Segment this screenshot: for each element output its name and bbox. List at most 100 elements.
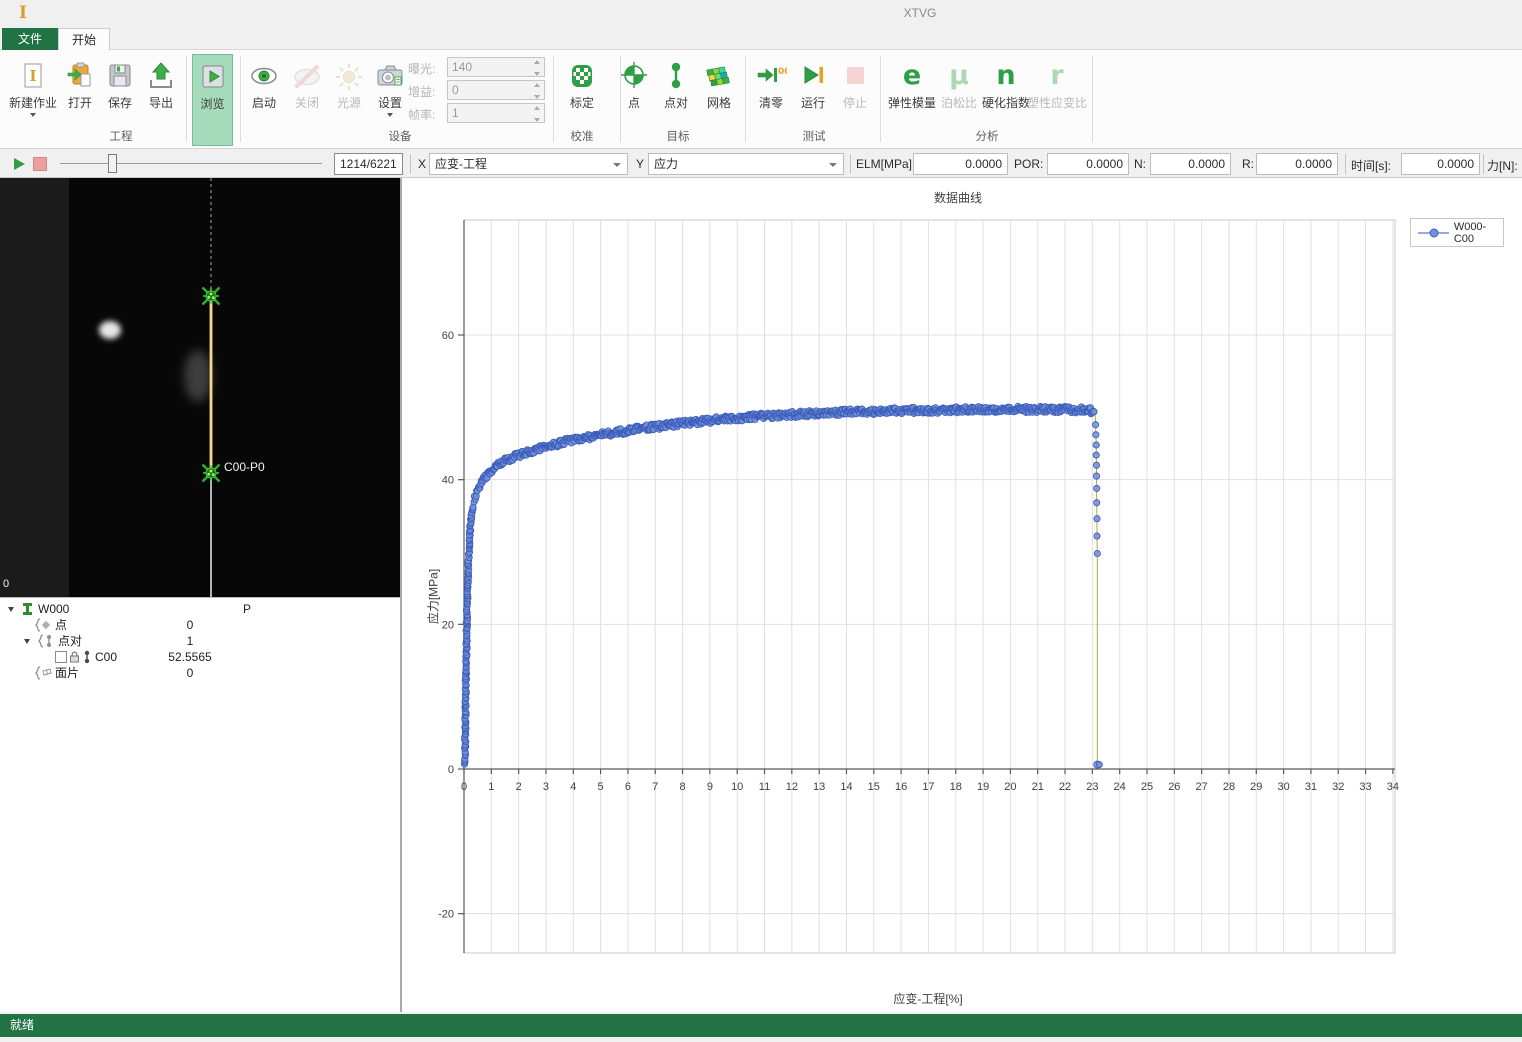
svg-text:6: 6	[625, 781, 631, 793]
svg-text:4: 4	[570, 781, 576, 793]
title-bar: I XTVG	[0, 0, 1522, 26]
play-icon[interactable]	[14, 158, 25, 170]
tree-row-facets[interactable]: 面片 0	[0, 665, 400, 681]
tab-home[interactable]: 开始	[58, 28, 110, 50]
frame-slider-thumb[interactable]	[108, 154, 117, 173]
svg-text:24: 24	[1114, 781, 1126, 793]
elm-input[interactable]: 0.0000	[913, 153, 1008, 175]
camera-overlay	[0, 178, 400, 597]
fps-input[interactable]: 1	[447, 103, 545, 123]
calibrate-checker-icon	[566, 59, 598, 93]
chart-legend: W000-C00	[1410, 218, 1504, 247]
ribbon-separator	[186, 56, 187, 142]
expander-icon[interactable]	[24, 639, 30, 644]
tree-row-c00[interactable]: C00 52.5565	[0, 649, 400, 665]
mesh-grid-icon	[703, 59, 735, 93]
x-axis-title: 应变-工程[%]	[848, 990, 1008, 1007]
por-label: POR:	[1014, 157, 1043, 171]
measurement-tree: W000 P 点 0 点对 1 C00 52.5565	[0, 597, 400, 1012]
zero-icon: 00	[755, 59, 787, 93]
group-label-device: 设备	[389, 128, 412, 144]
app-icon: I	[14, 3, 32, 23]
mesh-button[interactable]: 网格	[699, 54, 739, 146]
ribbon-separator	[240, 56, 241, 142]
ribbon-separator	[1092, 56, 1093, 142]
gain-input[interactable]: 0	[447, 80, 545, 100]
stop-square-icon	[839, 59, 871, 93]
svg-text:0: 0	[448, 764, 454, 776]
time-input[interactable]: 0.0000	[1401, 153, 1480, 175]
fps-spinner[interactable]	[532, 106, 542, 122]
elm-label: ELM[MPa]:	[856, 157, 915, 171]
svg-text:28: 28	[1223, 781, 1235, 793]
start-button[interactable]: 启动	[245, 54, 283, 146]
tab-file[interactable]: 文件	[2, 28, 58, 50]
camera-view[interactable]: C00-P0 C00-P1 0	[0, 178, 400, 597]
chevron-down-icon	[613, 163, 621, 167]
ribbon-separator	[745, 56, 746, 142]
browse-button[interactable]: 浏览	[192, 54, 233, 146]
elastic-modulus-button[interactable]: e 弹性模量	[886, 54, 938, 146]
svg-text:8: 8	[679, 781, 685, 793]
exposure-input[interactable]: 140	[447, 57, 545, 77]
plot-area	[464, 220, 1395, 953]
marker-c00-p0[interactable]	[203, 288, 220, 305]
plastic-strain-ratio-button: r 塑性应变比	[1026, 54, 1088, 146]
separator	[1483, 154, 1484, 174]
light-sun-icon	[333, 59, 365, 93]
export-button[interactable]: 导出	[142, 54, 180, 146]
svg-text:13: 13	[813, 781, 825, 793]
svg-text:11: 11	[759, 781, 770, 793]
gain-spinner[interactable]	[532, 83, 542, 99]
svg-text:19: 19	[977, 781, 989, 793]
status-text: 就绪	[10, 1018, 34, 1032]
point-button[interactable]: 点	[616, 54, 652, 146]
y-axis-select[interactable]: 应力	[648, 153, 844, 175]
group-label-test: 测试	[803, 128, 826, 144]
svg-text:15: 15	[868, 781, 880, 793]
stop-icon[interactable]	[33, 157, 47, 171]
zero-button[interactable]: 00 清零	[752, 54, 790, 146]
run-icon	[797, 59, 829, 93]
hardening-n-icon: n	[996, 61, 1015, 91]
force-label: 力[N]:	[1487, 157, 1518, 174]
svg-text:3: 3	[543, 781, 549, 793]
exposure-spinner[interactable]	[532, 60, 542, 76]
tree-row-points[interactable]: 点 0	[0, 617, 400, 633]
svg-text:27: 27	[1196, 781, 1208, 793]
new-job-icon: I	[17, 59, 49, 93]
svg-text:32: 32	[1332, 781, 1344, 793]
n-input[interactable]: 0.0000	[1150, 153, 1231, 175]
y-axis-label: Y	[636, 157, 644, 171]
frame-counter-input[interactable]: 1214/6221	[334, 153, 403, 175]
x-axis-select[interactable]: 应变-工程	[429, 153, 628, 175]
new-job-dropdown-icon[interactable]	[30, 113, 36, 117]
facet-group-icon	[33, 666, 53, 684]
group-label-project: 工程	[110, 128, 133, 144]
svg-text:2: 2	[516, 781, 522, 793]
svg-text:25: 25	[1141, 781, 1153, 793]
svg-text:17: 17	[922, 781, 934, 793]
marker-c00-p1[interactable]	[203, 465, 220, 482]
por-input[interactable]: 0.0000	[1047, 153, 1129, 175]
new-job-button[interactable]: I 新建作业	[6, 54, 60, 146]
svg-text:33: 33	[1359, 781, 1371, 793]
svg-text:30: 30	[1277, 781, 1289, 793]
frame-slider-track[interactable]	[60, 163, 322, 164]
tree-row-point-pairs[interactable]: 点对 1	[0, 633, 400, 649]
settings-dropdown-icon[interactable]	[387, 113, 393, 117]
open-button[interactable]: 打开	[61, 54, 99, 146]
group-label-analysis: 分析	[976, 128, 999, 144]
svg-text:29: 29	[1250, 781, 1262, 793]
start-eye-icon	[248, 59, 280, 93]
r-input[interactable]: 0.0000	[1256, 153, 1338, 175]
svg-text:34: 34	[1387, 781, 1399, 793]
fps-field: 帧率: 1	[408, 103, 548, 123]
legend-series-label: W000-C00	[1454, 221, 1503, 245]
svg-text:14: 14	[840, 781, 852, 793]
expander-icon[interactable]	[8, 607, 14, 612]
svg-text:0: 0	[461, 781, 467, 793]
tree-row-w000[interactable]: W000 P	[0, 601, 400, 617]
svg-text:-20: -20	[438, 909, 454, 921]
svg-text:23: 23	[1086, 781, 1098, 793]
